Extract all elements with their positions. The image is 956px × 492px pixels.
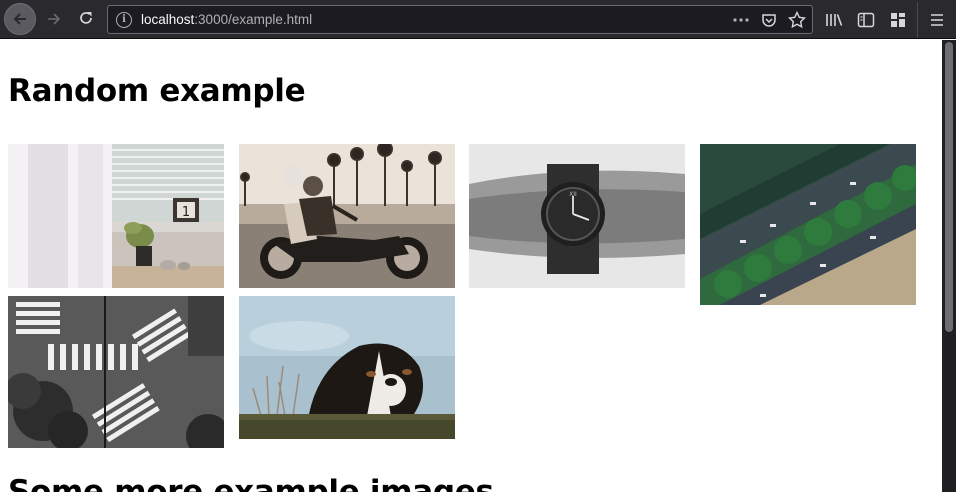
page-heading: Random example [8, 73, 306, 109]
url-host: localhost [141, 12, 195, 27]
forward-button[interactable] [38, 4, 70, 34]
svg-text:1: 1 [182, 205, 190, 220]
toolbar-separator [917, 2, 918, 38]
url-text[interactable]: localhost:3000/example.html [141, 12, 312, 27]
page-content: Random example 1 XII Some more example i… [0, 40, 942, 492]
pocket-icon [762, 14, 776, 27]
sidebar-button[interactable] [851, 5, 881, 35]
url-bar[interactable]: i localhost:3000/example.html [107, 5, 813, 34]
arrow-left-icon [13, 13, 26, 25]
ellipsis-icon [733, 18, 749, 22]
browser-toolbar: i localhost:3000/example.html [0, 0, 956, 39]
page-scrollbar[interactable] [942, 40, 956, 492]
highway-aerial-image [700, 144, 916, 305]
url-path: :3000/example.html [194, 12, 313, 27]
hamburger-menu-icon [931, 14, 943, 26]
window-plant-image: 1 [8, 144, 224, 288]
library-icon [826, 14, 843, 26]
wristwatch-image: XII [469, 144, 685, 288]
pocket-button[interactable] [758, 9, 780, 31]
motorcycle-image [239, 144, 455, 288]
page-actions-button[interactable] [730, 9, 752, 31]
menu-button[interactable] [922, 5, 952, 35]
scrollbar-thumb[interactable] [945, 42, 953, 332]
extension-icon [891, 13, 905, 27]
star-icon [788, 11, 806, 29]
sidebar-icon [857, 12, 875, 28]
crosswalk-image [8, 296, 224, 448]
dog-image [239, 296, 455, 439]
bookmark-button[interactable] [786, 9, 808, 31]
arrow-right-icon [48, 13, 61, 25]
reload-icon [80, 12, 92, 24]
library-button[interactable] [819, 5, 849, 35]
extension-button[interactable] [883, 5, 913, 35]
back-button[interactable] [4, 3, 36, 35]
reload-button[interactable] [70, 4, 102, 34]
page-heading-2: Some more example images [8, 474, 494, 492]
info-icon[interactable]: i [116, 12, 132, 28]
svg-text:XII: XII [569, 191, 577, 198]
